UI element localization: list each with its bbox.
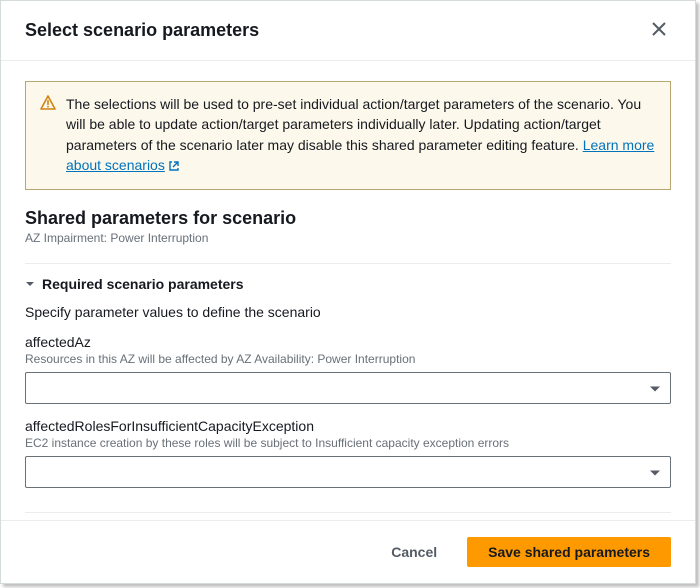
affected-az-hint: Resources in this AZ will be affected by… <box>25 352 671 366</box>
save-button[interactable]: Save shared parameters <box>467 537 671 567</box>
banner-text: The selections will be used to pre-set i… <box>66 94 656 177</box>
modal-title: Select scenario parameters <box>25 20 259 41</box>
advanced-targeting-tags-section: Advanced parameters - targeting tags <box>25 512 671 520</box>
field-affected-roles: affectedRolesForInsufficientCapacityExce… <box>25 418 671 488</box>
required-parameters-section: Required scenario parameters Specify par… <box>25 263 671 512</box>
select-scenario-parameters-modal: Select scenario parameters The selection… <box>0 0 696 584</box>
external-link-icon <box>168 157 180 177</box>
affected-roles-hint: EC2 instance creation by these roles wil… <box>25 436 671 450</box>
required-parameters-title: Required scenario parameters <box>42 276 244 292</box>
field-affected-az: affectedAz Resources in this AZ will be … <box>25 334 671 404</box>
banner-message: The selections will be used to pre-set i… <box>66 96 641 153</box>
affected-az-select[interactable] <box>25 372 671 404</box>
affected-roles-label: affectedRolesForInsufficientCapacityExce… <box>25 418 671 434</box>
affected-roles-select[interactable] <box>25 456 671 488</box>
modal-footer: Cancel Save shared parameters <box>1 520 695 583</box>
modal-header: Select scenario parameters <box>1 1 695 61</box>
caret-down-icon <box>25 279 35 289</box>
warning-icon <box>40 95 56 177</box>
close-icon <box>651 21 667 40</box>
required-parameters-desc: Specify parameter values to define the s… <box>25 304 671 320</box>
cancel-button[interactable]: Cancel <box>371 538 457 566</box>
info-banner: The selections will be used to pre-set i… <box>25 81 671 190</box>
close-button[interactable] <box>647 17 671 44</box>
scenario-name: AZ Impairment: Power Interruption <box>25 231 671 245</box>
affected-az-label: affectedAz <box>25 334 671 350</box>
modal-body: The selections will be used to pre-set i… <box>1 61 695 520</box>
required-parameters-content: Specify parameter values to define the s… <box>25 292 671 488</box>
required-parameters-toggle[interactable]: Required scenario parameters <box>25 276 671 292</box>
shared-parameters-heading: Shared parameters for scenario <box>25 208 671 229</box>
